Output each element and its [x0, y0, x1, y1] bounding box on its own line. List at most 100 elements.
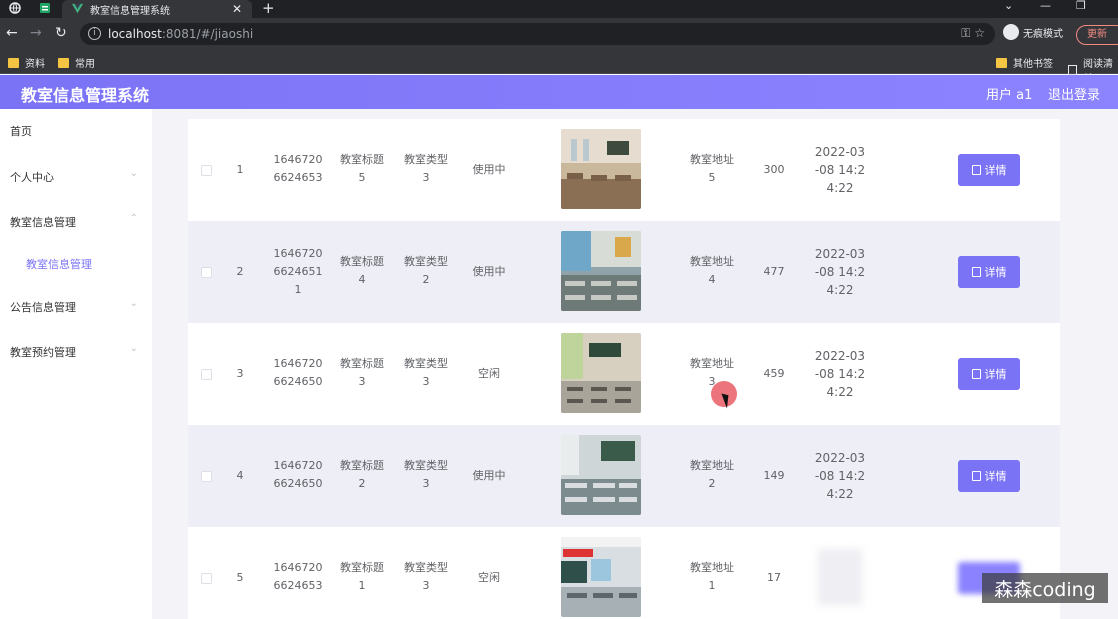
active-tab[interactable]: 教室信息管理系统 ✕: [62, 0, 252, 18]
row-checkbox[interactable]: [201, 267, 212, 278]
bookmark-label: 资料: [25, 59, 45, 70]
bookmark-folder[interactable]: 其他书签: [996, 55, 1053, 70]
row-status: 使用中: [472, 265, 506, 278]
detail-button[interactable]: 详情: [958, 256, 1020, 288]
sidebar-subitem-classroom[interactable]: 教室信息管理: [26, 256, 92, 272]
table-row: 1 1646720 6624653 教室标题 5 教室类型 3 使用中 教室地址 5 3…: [188, 119, 1060, 221]
bookmark-label: 其他书签: [1013, 59, 1053, 70]
row-type: 教室类型 3: [404, 153, 448, 184]
detail-button[interactable]: 详情: [958, 460, 1020, 492]
row-title: 教室标题 4: [340, 255, 384, 286]
table-row: 5 1646720 6624653 教室标题 1 教室类型 3 空闲 教室地址 1 17: [188, 527, 1060, 619]
document-icon: [971, 165, 981, 175]
reload-icon[interactable]: ↻: [55, 25, 67, 41]
row-time: 2022-03 -08 14:2 4:22: [814, 451, 866, 501]
row-address: 教室地址 2: [690, 459, 734, 490]
table-row: 2 1646720 6624651 1 教室标题 4 教室类型 2 使用中 教室地址 4 …: [188, 221, 1060, 323]
row-address: 教室地址 5: [690, 153, 734, 184]
row-time-blurred: [818, 549, 862, 605]
sidebar-item-classroom[interactable]: 教室信息管理 ⌃: [10, 213, 140, 230]
row-status: 空闲: [478, 367, 500, 380]
sidebar-item-notice[interactable]: 公告信息管理 ⌄: [10, 298, 140, 315]
update-button[interactable]: 更新: [1076, 25, 1118, 45]
minimize-icon[interactable]: —: [1040, 0, 1051, 12]
chevron-down-icon[interactable]: ⌄: [1004, 0, 1013, 12]
row-index: 1: [236, 163, 244, 176]
url-path: :8081/#/jiaoshi: [161, 27, 254, 41]
row-type: 教室类型 3: [404, 459, 448, 490]
chevron-down-icon: ⌄: [129, 343, 138, 354]
watermark: 森森coding: [982, 573, 1108, 603]
sidebar-item-booking[interactable]: 教室预约管理 ⌄: [10, 343, 140, 360]
app-header: 教室信息管理系统 用户 a1 退出登录: [0, 75, 1118, 109]
document-icon: [971, 369, 981, 379]
classroom-photo: [561, 537, 641, 617]
key-icon[interactable]: ⚿ ☆: [961, 26, 985, 41]
row-id: 1646720 6624650: [273, 357, 323, 388]
address-bar[interactable]: i localhost:8081/#/jiaoshi ⚿ ☆: [80, 23, 995, 45]
incognito-profile[interactable]: 无痕模式: [1003, 24, 1063, 40]
new-tab-icon[interactable]: +: [262, 0, 275, 17]
back-icon[interactable]: ←: [6, 25, 18, 41]
restore-icon[interactable]: ❐: [1076, 0, 1086, 12]
sidebar-item-label: 首页: [10, 125, 32, 138]
sidebar-item-label: 个人中心: [10, 171, 54, 184]
info-icon[interactable]: i: [88, 27, 101, 40]
row-id: 1646720 6624651 1: [273, 247, 323, 296]
classroom-photo: [561, 435, 641, 515]
detail-button-label: 详情: [984, 368, 1007, 381]
globe-icon[interactable]: [4, 0, 26, 16]
row-title: 教室标题 2: [340, 459, 384, 490]
row-status: 使用中: [472, 163, 506, 176]
bookmark-folder[interactable]: 资料: [8, 55, 45, 70]
sheet-icon[interactable]: [34, 0, 56, 16]
classroom-photo: [561, 129, 641, 209]
sidebar-item-profile[interactable]: 个人中心 ⌄: [10, 168, 140, 185]
reading-list-icon: [1068, 65, 1077, 75]
row-capacity: 477: [763, 265, 785, 278]
document-icon: [971, 267, 981, 277]
detail-button-label: 详情: [984, 470, 1007, 483]
row-title: 教室标题 5: [340, 153, 384, 184]
row-id: 1646720 6624650: [273, 459, 323, 490]
folder-icon: [8, 57, 19, 68]
row-capacity: 459: [763, 367, 785, 380]
bookmarks-bar: 资料 常用 其他书签 阅读清单: [0, 50, 1118, 85]
sidebar-item-home[interactable]: 首页: [10, 123, 140, 139]
browser-navbar: ← → ↻ i localhost:8081/#/jiaoshi ⚿ ☆: [0, 18, 1118, 50]
row-checkbox[interactable]: [201, 165, 212, 176]
user-label: 用户 a1: [986, 88, 1033, 103]
row-type: 教室类型 3: [404, 561, 448, 592]
classroom-photo: [561, 333, 641, 413]
table-row: 3 1646720 6624650 教室标题 3 教室类型 3 空闲 教室地址 3 45…: [188, 323, 1060, 425]
row-status: 使用中: [472, 469, 506, 482]
row-title: 教室标题 1: [340, 561, 384, 592]
close-icon[interactable]: ✕: [232, 2, 242, 16]
forward-icon[interactable]: →: [30, 25, 42, 41]
row-checkbox[interactable]: [201, 471, 212, 482]
main-content: 1 1646720 6624653 教室标题 5 教室类型 3 使用中 教室地址 5 3…: [152, 109, 1118, 619]
folder-icon: [58, 57, 69, 68]
chevron-down-icon: ⌄: [129, 298, 138, 309]
chevron-down-icon: ⌄: [129, 168, 138, 179]
row-id: 1646720 6624653: [273, 561, 323, 592]
row-index: 5: [236, 571, 244, 584]
classroom-photo: [561, 231, 641, 311]
row-title: 教室标题 3: [340, 357, 384, 388]
detail-button[interactable]: 详情: [958, 358, 1020, 390]
row-time: 2022-03 -08 14:2 4:22: [814, 349, 866, 399]
row-checkbox[interactable]: [201, 369, 212, 380]
bookmark-folder[interactable]: 常用: [58, 55, 95, 70]
row-type: 教室类型 3: [404, 357, 448, 388]
logout-link[interactable]: 退出登录: [1048, 84, 1100, 103]
row-checkbox[interactable]: [201, 573, 212, 584]
row-index: 2: [236, 265, 244, 278]
row-status: 空闲: [478, 571, 500, 584]
detail-button[interactable]: 详情: [958, 154, 1020, 186]
sidebar-item-label: 教室信息管理: [10, 216, 76, 229]
tab-title: 教室信息管理系统: [90, 5, 170, 17]
sidebar-item-label: 教室预约管理: [10, 346, 76, 359]
document-icon: [971, 471, 981, 481]
table-row: 4 1646720 6624650 教室标题 2 教室类型 3 使用中 教室地址 2 1…: [188, 425, 1060, 527]
url-host: localhost: [108, 27, 162, 41]
